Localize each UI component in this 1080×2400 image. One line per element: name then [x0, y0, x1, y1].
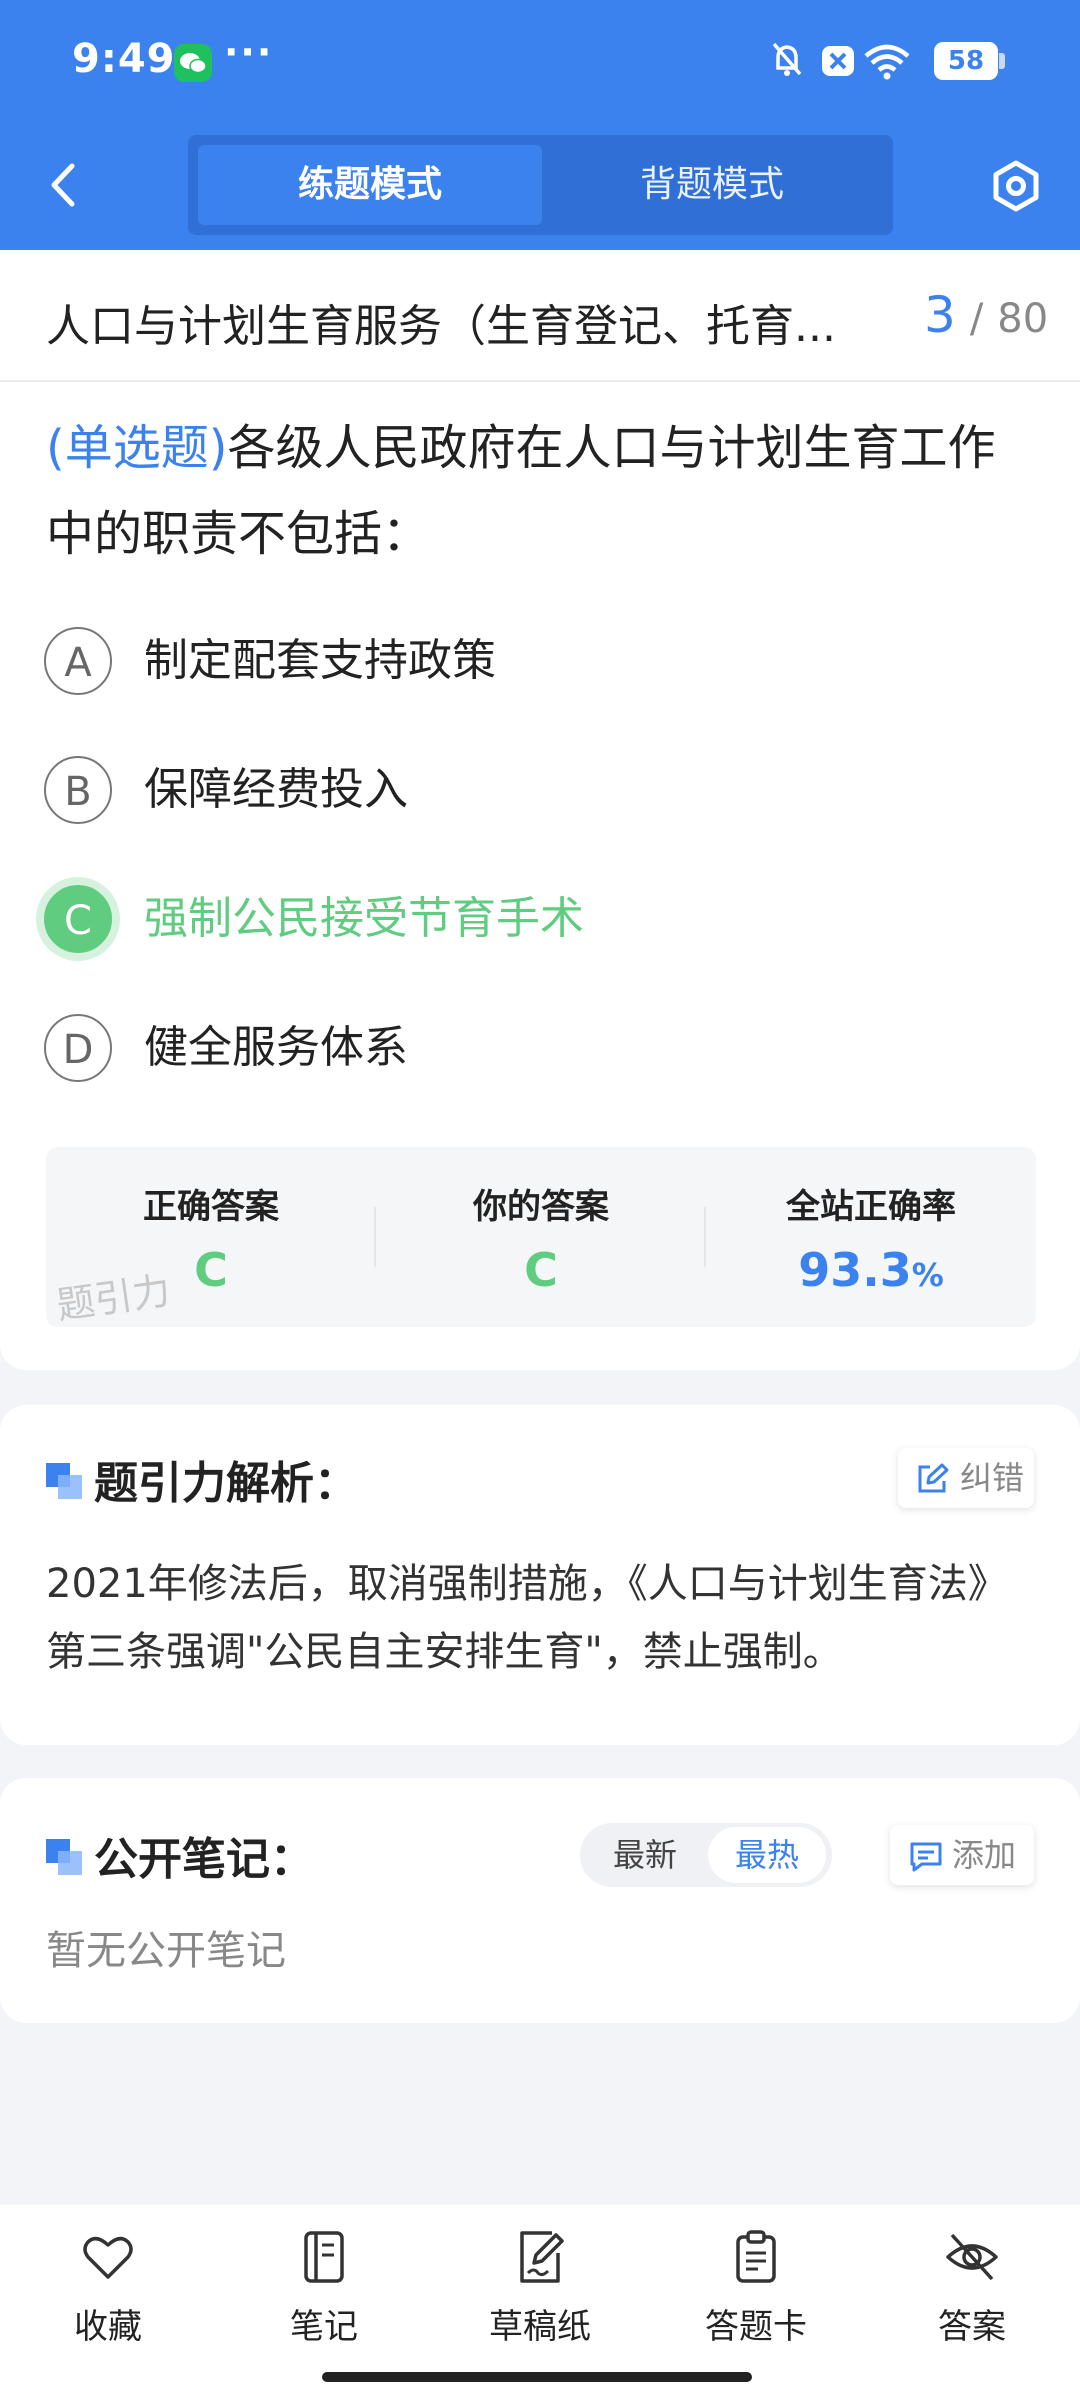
more-notifications-icon: ···: [224, 30, 274, 74]
tab-label: 答案: [938, 2307, 1006, 2347]
comment-icon: [910, 1842, 942, 1872]
your-answer-stat: 你的答案 C: [376, 1147, 706, 1327]
analysis-title: 题引力解析：: [94, 1458, 358, 1509]
current-question-number: 3: [924, 286, 956, 344]
draft-pen-icon: [520, 2231, 564, 2283]
bottom-toolbar: 收藏 笔记 草稿纸 答题卡 答案: [0, 2205, 1080, 2400]
analysis-text: 2021年修法后，取消强制措施，《人口与计划生育法》第三条强调"公民自主安排生育…: [46, 1561, 1008, 1675]
tab-label: 笔记: [290, 2307, 358, 2347]
section-squares-icon: [46, 1463, 82, 1499]
accuracy-value: 93.3%: [706, 1243, 1036, 1297]
your-answer-label: 你的答案: [473, 1187, 609, 1227]
your-answer-value: C: [524, 1243, 558, 1297]
chevron-left-icon: [51, 163, 75, 207]
total-question-count: 80: [997, 296, 1049, 342]
wechat-icon: [174, 44, 212, 82]
app-header: 9:49 ··· 58 练题模式 背题模式: [0, 0, 1080, 250]
tab-label: 答题卡: [705, 2307, 807, 2347]
tab-favorite[interactable]: 收藏: [28, 2229, 188, 2349]
option-text: 健全服务体系: [144, 1022, 408, 1073]
tab-memorize-mode[interactable]: 背题模式: [540, 145, 884, 225]
question-header: 人口与计划生育服务（生育登记、托育... 3 / 80: [0, 250, 1080, 382]
accuracy-unit: %: [911, 1256, 944, 1294]
question-progress[interactable]: 3 / 80: [924, 286, 1048, 344]
option-text: 强制公民接受节育手术: [144, 893, 584, 944]
mode-switch: 练题模式 背题模式: [188, 135, 893, 235]
option-d[interactable]: D 健全服务体系: [44, 1012, 1034, 1088]
option-a[interactable]: A 制定配套支持政策: [44, 625, 1034, 701]
progress-separator: /: [969, 296, 984, 342]
option-text: 保障经费投入: [144, 764, 408, 815]
report-error-button[interactable]: 纠错: [898, 1448, 1034, 1508]
tab-notes[interactable]: 笔记: [244, 2229, 404, 2349]
accuracy-number: 93.3: [798, 1243, 912, 1297]
question-stem: (单选题)各级人民政府在人口与计划生育工作中的职责不包括：: [46, 405, 1041, 577]
question-type: (单选题): [46, 420, 228, 476]
tab-answer-sheet[interactable]: 答题卡: [676, 2229, 836, 2349]
option-letter: A: [44, 627, 112, 695]
settings-hexagon-icon: [993, 160, 1039, 212]
add-note-button[interactable]: 添加: [890, 1825, 1034, 1885]
correct-answer-label: 正确答案: [143, 1187, 279, 1227]
accuracy-stat: 全站正确率 93.3%: [706, 1147, 1036, 1327]
accuracy-label: 全站正确率: [786, 1187, 956, 1227]
settings-button[interactable]: [988, 158, 1044, 214]
back-button[interactable]: [44, 158, 84, 212]
status-bar: 9:49 ··· 58: [0, 0, 1080, 125]
silent-wifi-icons: [772, 42, 910, 80]
tab-scratch-paper[interactable]: 草稿纸: [460, 2229, 620, 2349]
question-card: 人口与计划生育服务（生育登记、托育... 3 / 80 (单选题)各级人民政府在…: [0, 250, 1080, 1370]
chapter-title: 人口与计划生育服务（生育登记、托育...: [46, 301, 836, 352]
report-error-label: 纠错: [960, 1459, 1025, 1497]
public-notes-card: 公开笔记： 最新 最热 添加 暂无公开笔记: [0, 1778, 1080, 2023]
option-letter: B: [44, 756, 112, 824]
clipboard-icon: [736, 2230, 776, 2283]
battery-nub: [999, 53, 1005, 69]
eye-off-icon: [946, 2233, 998, 2281]
option-letter: D: [44, 1014, 112, 1082]
tab-label: 草稿纸: [489, 2307, 591, 2347]
notebook-icon: [304, 2231, 344, 2283]
tab-practice-mode[interactable]: 练题模式: [198, 145, 542, 225]
notes-sort-switch: 最新 最热: [580, 1823, 832, 1887]
home-indicator[interactable]: [322, 2372, 752, 2382]
public-notes-title: 公开笔记：: [94, 1834, 314, 1885]
sort-latest-tab[interactable]: 最新: [586, 1827, 704, 1883]
edit-icon: [918, 1463, 949, 1493]
option-b[interactable]: B 保障经费投入: [44, 754, 1034, 830]
analysis-card: 题引力解析： 纠错 2021年修法后，取消强制措施，《人口与计划生育法》第三条强…: [0, 1405, 1080, 1745]
sort-hot-tab[interactable]: 最热: [708, 1827, 826, 1883]
empty-notes-text: 暂无公开笔记: [46, 1928, 286, 1974]
option-letter: C: [44, 885, 112, 953]
battery-indicator: 58: [934, 42, 998, 80]
status-time: 9:49: [72, 36, 176, 82]
status-icons: [770, 38, 920, 88]
tab-answer[interactable]: 答案: [892, 2229, 1052, 2349]
section-squares-icon: [46, 1839, 82, 1875]
answer-stats: 正确答案 C 你的答案 C 全站正确率 93.3% 题引力: [46, 1147, 1036, 1328]
tab-label: 收藏: [74, 2307, 142, 2347]
option-text: 制定配套支持政策: [144, 635, 496, 686]
heart-icon: [83, 2236, 133, 2279]
add-note-label: 添加: [952, 1836, 1017, 1874]
option-c[interactable]: C 强制公民接受节育手术: [44, 883, 1034, 959]
